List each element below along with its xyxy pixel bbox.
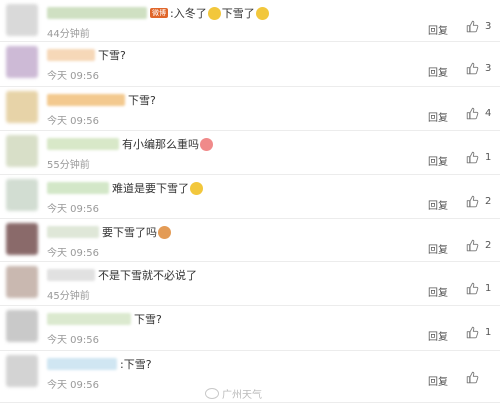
like-button[interactable]: 1 xyxy=(466,151,491,164)
like-button[interactable]: 1 xyxy=(466,282,491,295)
comment-time: 今天 09:56 xyxy=(47,248,99,259)
comment-time: 今天 09:56 xyxy=(47,116,99,127)
like-button[interactable]: 2 xyxy=(466,239,491,252)
thumbs-up-icon xyxy=(466,282,479,295)
emoji-icon xyxy=(255,6,269,20)
comment-row: 不是下雪就不必说了 45分钟前 回复 1 xyxy=(0,262,500,306)
comment-row: 下雪? 今天 09:56 回复 1 xyxy=(0,306,500,351)
comment-time: 今天 09:56 xyxy=(47,380,99,391)
thumbs-up-icon xyxy=(466,20,479,33)
thumbs-up-icon xyxy=(466,326,479,339)
comment-text: 不是下雪就不必说了 xyxy=(98,269,197,282)
like-count: 4 xyxy=(485,108,492,119)
username-blurred[interactable] xyxy=(47,49,95,61)
comment-list: 微博:入冬了 下雪了 44分钟前 回复 3 下雪? 今天 09:56 回复 3 下雪? 今天 09:… xyxy=(0,0,500,403)
comment-time: 55分钟前 xyxy=(47,160,90,171)
reply-button[interactable]: 回复 xyxy=(428,64,448,79)
username-blurred[interactable] xyxy=(47,138,119,150)
reply-button[interactable]: 回复 xyxy=(428,153,448,168)
thumbs-up-icon xyxy=(466,239,479,252)
comment-text: :入冬了 xyxy=(170,7,207,20)
like-count: 3 xyxy=(485,63,492,74)
avatar[interactable] xyxy=(6,179,38,211)
reply-button[interactable]: 回复 xyxy=(428,241,448,256)
comment-text: 下雪? xyxy=(134,313,162,326)
avatar[interactable] xyxy=(6,266,38,298)
comment-text: :下雪? xyxy=(120,358,152,371)
comment-row: 下雪? 今天 09:56 回复 4 xyxy=(0,87,500,131)
username-blurred[interactable] xyxy=(47,269,95,281)
avatar[interactable] xyxy=(6,135,38,167)
comment-content: 难道是要下雪了 xyxy=(47,179,204,197)
avatar[interactable] xyxy=(6,91,38,123)
comment-content: 要下雪了吗 xyxy=(47,223,172,241)
reply-button[interactable]: 回复 xyxy=(428,22,448,37)
like-count: 1 xyxy=(485,283,492,294)
comment-row: 要下雪了吗 今天 09:56 回复 2 xyxy=(0,219,500,262)
emoji-icon xyxy=(200,137,213,151)
reply-button[interactable]: 回复 xyxy=(428,197,448,212)
user-badge: 微博 xyxy=(150,8,168,18)
thumbs-up-icon xyxy=(466,62,479,75)
weibo-logo-icon xyxy=(205,388,219,399)
like-count: 2 xyxy=(485,240,492,251)
reply-button[interactable]: 回复 xyxy=(428,328,448,343)
comment-text: 下雪了 xyxy=(221,7,255,20)
reply-button[interactable]: 回复 xyxy=(428,109,448,124)
comment-time: 今天 09:56 xyxy=(47,204,99,215)
avatar[interactable] xyxy=(6,4,38,36)
comment-row: 下雪? 今天 09:56 回复 3 xyxy=(0,42,500,87)
avatar[interactable] xyxy=(6,355,38,387)
like-button[interactable]: 1 xyxy=(466,326,491,339)
like-count: 3 xyxy=(485,21,492,32)
avatar[interactable] xyxy=(6,223,38,255)
comment-time: 45分钟前 xyxy=(47,291,90,302)
thumbs-up-icon xyxy=(466,371,479,384)
comment-content: 不是下雪就不必说了 xyxy=(47,266,197,284)
comment-text: 有小编那么重吗 xyxy=(122,138,199,151)
like-button[interactable]: 3 xyxy=(466,20,491,33)
emoji-icon xyxy=(158,225,171,239)
watermark: 广州天气 xyxy=(205,386,262,401)
watermark-text: 广州天气 xyxy=(222,390,262,401)
thumbs-up-icon xyxy=(466,151,479,164)
comment-row: 微博:入冬了 下雪了 44分钟前 回复 3 xyxy=(0,0,500,42)
username-blurred[interactable] xyxy=(47,313,131,325)
username-blurred[interactable] xyxy=(47,94,125,106)
like-count: 1 xyxy=(485,152,492,163)
comment-content: :下雪? xyxy=(47,355,152,373)
comment-content: 有小编那么重吗 xyxy=(47,135,214,153)
like-button[interactable] xyxy=(466,371,485,384)
like-count: 1 xyxy=(485,327,492,338)
comment-content: 下雪? xyxy=(47,310,162,328)
username-blurred[interactable] xyxy=(47,7,147,19)
comment-content: 下雪? xyxy=(47,46,126,64)
like-button[interactable]: 2 xyxy=(466,195,491,208)
username-blurred[interactable] xyxy=(47,226,99,238)
comment-text: 下雪? xyxy=(98,49,126,62)
like-button[interactable]: 4 xyxy=(466,107,491,120)
comment-content: 微博:入冬了 下雪了 xyxy=(47,4,270,22)
avatar[interactable] xyxy=(6,310,38,342)
comment-text: 难道是要下雪了 xyxy=(112,182,189,195)
reply-button[interactable]: 回复 xyxy=(428,373,448,388)
like-button[interactable]: 3 xyxy=(466,62,491,75)
thumbs-up-icon xyxy=(466,107,479,120)
emoji-icon xyxy=(207,6,221,20)
comment-time: 44分钟前 xyxy=(47,29,90,40)
comment-row: 有小编那么重吗 55分钟前 回复 1 xyxy=(0,131,500,175)
comment-text: 要下雪了吗 xyxy=(102,226,157,239)
emoji-icon xyxy=(190,181,203,195)
comment-time: 今天 09:56 xyxy=(47,335,99,346)
comment-time: 今天 09:56 xyxy=(47,71,99,82)
username-blurred[interactable] xyxy=(47,358,117,370)
username-blurred[interactable] xyxy=(47,182,109,194)
comment-content: 下雪? xyxy=(47,91,156,109)
thumbs-up-icon xyxy=(466,195,479,208)
comment-row: 难道是要下雪了今天 09:56 回复 2 xyxy=(0,175,500,219)
avatar[interactable] xyxy=(6,46,38,78)
like-count: 2 xyxy=(485,196,492,207)
reply-button[interactable]: 回复 xyxy=(428,284,448,299)
comment-text: 下雪? xyxy=(128,94,156,107)
